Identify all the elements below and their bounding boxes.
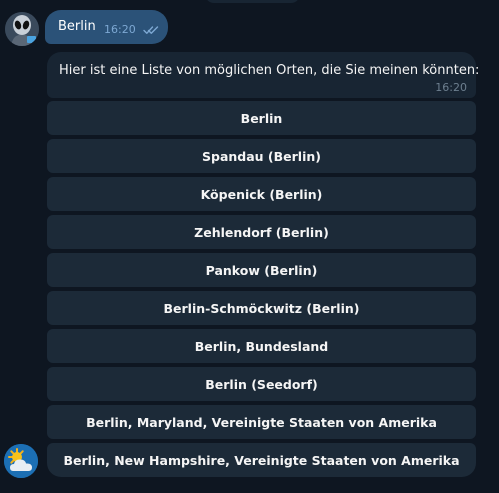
outgoing-message-time: 16:20 — [104, 23, 136, 36]
outgoing-message[interactable]: Berlin 16:20 — [45, 10, 168, 44]
location-button-schmoeckwitz[interactable]: Berlin-Schmöckwitz (Berlin) — [47, 291, 476, 325]
location-button-bundesland[interactable]: Berlin, Bundesland — [47, 329, 476, 363]
bot-avatar[interactable] — [4, 444, 38, 478]
location-button-spandau[interactable]: Spandau (Berlin) — [47, 139, 476, 173]
previous-message-fragment — [205, 0, 300, 3]
location-button-new-hampshire[interactable]: Berlin, New Hampshire, Vereinigte Staate… — [47, 443, 476, 477]
incoming-message[interactable]: Hier ist eine Liste von möglichen Orten,… — [47, 52, 480, 98]
user-avatar[interactable] — [5, 12, 39, 46]
location-button-berlin[interactable]: Berlin — [47, 101, 476, 135]
location-button-seedorf[interactable]: Berlin (Seedorf) — [47, 367, 476, 401]
location-button-zehlendorf[interactable]: Zehlendorf (Berlin) — [47, 215, 476, 249]
incoming-message-time: 16:20 — [435, 81, 467, 94]
location-button-maryland[interactable]: Berlin, Maryland, Vereinigte Staaten von… — [47, 405, 476, 439]
incoming-message-text: Hier ist eine Liste von möglichen Orten,… — [59, 63, 480, 78]
alien-avatar-icon — [5, 12, 39, 46]
location-button-koepenick[interactable]: Köpenick (Berlin) — [47, 177, 476, 211]
outgoing-message-text: Berlin — [58, 19, 96, 34]
sun-cloud-weather-icon — [4, 444, 38, 478]
double-check-icon — [143, 26, 159, 34]
location-button-pankow[interactable]: Pankow (Berlin) — [47, 253, 476, 287]
